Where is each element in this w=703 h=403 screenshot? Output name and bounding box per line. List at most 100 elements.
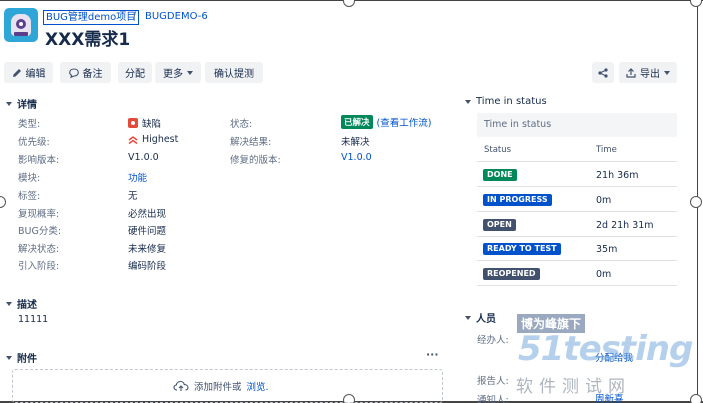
collapse-caret-icon	[6, 301, 12, 306]
field-label-reporter: 报告人:	[477, 376, 509, 387]
resize-handle-mid-left[interactable]	[0, 196, 6, 208]
time-in-status-panel[interactable]: Time in status	[477, 113, 677, 137]
status-badge[interactable]: 已解决	[341, 115, 373, 129]
field-label-intro-phase: 引入阶段:	[18, 261, 60, 272]
field-label-resolution: 解决结果:	[230, 137, 272, 148]
edit-button[interactable]: 编辑	[4, 62, 53, 83]
details-section-header[interactable]: 详情	[6, 96, 37, 111]
description-text[interactable]: 11111	[18, 314, 48, 325]
row-divider	[477, 285, 677, 286]
chevron-down-icon	[187, 70, 193, 75]
breadcrumb-separator: /	[133, 10, 137, 21]
details-heading: 详情	[17, 100, 37, 111]
people-heading: 人员	[476, 314, 496, 325]
bug-icon	[128, 118, 138, 128]
browse-link[interactable]: 浏览.	[247, 379, 269, 393]
project-logo[interactable]	[4, 8, 38, 42]
field-label-repro-rate: 复现概率:	[18, 209, 60, 220]
resize-handle-top-right[interactable]	[690, 0, 702, 7]
field-label-labels: 标签:	[18, 191, 41, 202]
robot-eye-icon	[16, 19, 26, 29]
breadcrumb-project[interactable]: BUG管理demo项目	[43, 10, 140, 25]
attachment-dropzone[interactable]: 添加附件或 浏览.	[12, 369, 443, 403]
field-value-affects-version[interactable]: V1.0.0	[128, 152, 159, 163]
assign-button[interactable]: 分配	[118, 62, 152, 83]
attachments-heading: 附件	[17, 354, 37, 365]
description-heading: 描述	[17, 300, 37, 311]
duration-reopened: 0m	[596, 269, 612, 280]
duration-in-progress: 0m	[596, 195, 612, 206]
resize-handle-top-mid[interactable]	[343, 0, 355, 7]
field-label-priority: 优先级:	[18, 137, 50, 148]
more-label: 更多	[163, 69, 183, 80]
field-label-resolve-state: 解决状态:	[18, 244, 60, 255]
people-section-header[interactable]: 人员	[465, 310, 496, 325]
status-lozenge-in-progress: IN PROGRESS	[483, 194, 552, 206]
view-workflow-link[interactable]: (查看工作流)	[377, 115, 432, 129]
duration-done: 21h 36m	[596, 170, 639, 181]
watermark-logo: 51testing	[518, 329, 693, 369]
field-value-module[interactable]: 功能	[128, 170, 147, 184]
resize-handle-mid-right[interactable]	[690, 196, 702, 208]
status-lozenge-open: OPEN	[483, 219, 516, 231]
issue-title[interactable]: XXX需求1	[45, 25, 130, 50]
confirm-test-button[interactable]: 确认提测	[205, 62, 263, 83]
field-label-type: 类型:	[18, 119, 41, 130]
time-in-status-section-header[interactable]: Time in status	[465, 96, 547, 107]
assign-label: 分配	[125, 69, 145, 80]
breadcrumb-issue-key[interactable]: BUGDEMO-6	[145, 11, 208, 22]
field-value-priority[interactable]: Highest	[128, 134, 178, 145]
export-icon	[626, 67, 636, 78]
export-label: 导出	[640, 69, 660, 80]
row-divider	[477, 260, 677, 261]
field-value-type[interactable]: 缺陷	[128, 116, 161, 130]
field-label-module: 模块:	[18, 173, 41, 184]
add-attachment-text: 添加附件或	[194, 382, 242, 393]
watermark-caption: 软件测试网	[516, 377, 631, 397]
field-value-labels[interactable]: 无	[128, 188, 138, 202]
field-value-repro-rate[interactable]: 必然出现	[128, 206, 166, 220]
field-value-fix-version[interactable]: V1.0.0	[341, 152, 372, 163]
row-divider	[477, 236, 677, 237]
comment-label: 备注	[82, 69, 103, 80]
robot-mouth-icon	[14, 32, 28, 36]
chevron-down-icon	[664, 70, 670, 75]
field-label-assignee: 经办人:	[477, 335, 509, 346]
pencil-icon	[12, 68, 21, 77]
time-in-status-panel-label: Time in status	[484, 119, 552, 130]
resize-handle-bottom-right[interactable]	[690, 394, 702, 403]
attachments-menu-icon[interactable]: ···	[426, 348, 439, 361]
comment-button[interactable]: 备注	[60, 62, 111, 83]
share-icon	[598, 67, 608, 78]
field-value-resolve-state[interactable]: 未来修复	[128, 241, 166, 255]
field-value-resolution[interactable]: 未解决	[341, 134, 370, 148]
more-button[interactable]: 更多	[155, 62, 201, 83]
field-label-fix-version: 修复的版本:	[230, 155, 281, 166]
field-value-status[interactable]: 已解决 (查看工作流)	[341, 115, 431, 129]
comment-icon	[68, 67, 79, 78]
field-label-status: 状态:	[230, 119, 253, 130]
time-in-status-heading: Time in status	[476, 96, 547, 107]
field-label-bug-category: BUG分类:	[18, 226, 62, 237]
status-lozenge-done: DONE	[483, 169, 517, 181]
status-lozenge-ready-to-test: READY TO TEST	[483, 243, 561, 255]
export-button[interactable]: 导出	[619, 62, 677, 83]
field-label-watcher: 通知人:	[477, 395, 509, 403]
duration-open: 2d 21h 31m	[596, 220, 654, 231]
duration-ready-to-test: 35m	[596, 244, 618, 255]
description-section-header[interactable]: 描述	[6, 296, 37, 311]
field-value-intro-phase[interactable]: 编码阶段	[128, 258, 166, 272]
status-lozenge-reopened: REOPENED	[483, 268, 540, 280]
type-value: 缺陷	[142, 119, 162, 130]
collapse-caret-icon	[465, 99, 471, 104]
priority-value: Highest	[142, 134, 179, 145]
collapse-caret-icon	[6, 101, 12, 106]
field-label-affects-version: 影响版本:	[18, 155, 60, 166]
attachments-section-header[interactable]: 附件	[6, 350, 37, 365]
priority-highest-icon	[128, 135, 138, 144]
column-header-time: Time	[596, 145, 617, 155]
row-divider	[477, 186, 677, 187]
field-value-bug-category[interactable]: 硬件问题	[128, 223, 166, 237]
header-divider	[477, 161, 677, 162]
share-button[interactable]	[592, 62, 614, 83]
